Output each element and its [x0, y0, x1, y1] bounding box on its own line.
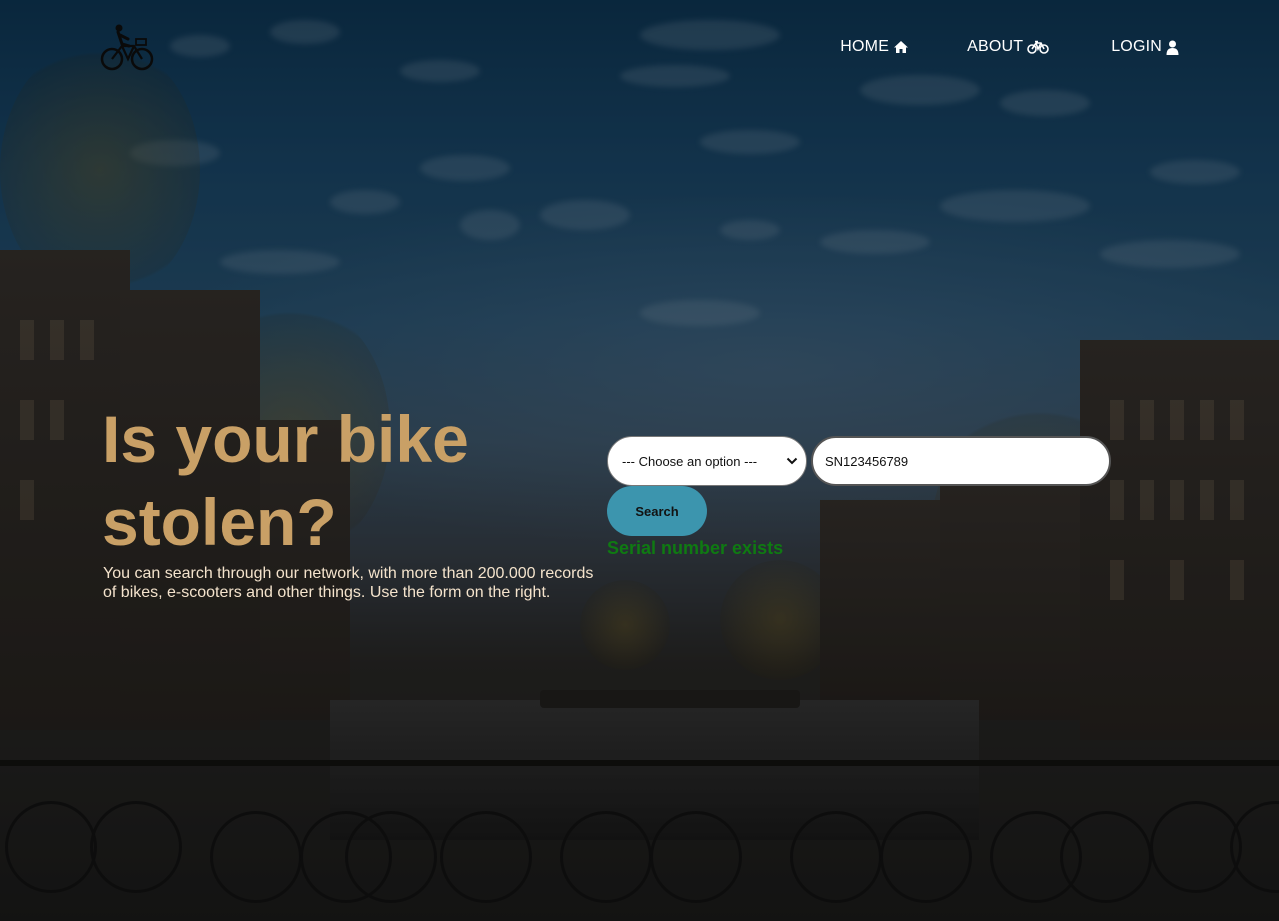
- page: HOME ABOUT LOGIN Is your bike stolen? Yo…: [0, 0, 1279, 921]
- status-message: Serial number exists: [607, 538, 784, 558]
- nav-home-link[interactable]: HOME: [840, 38, 909, 56]
- category-select[interactable]: --- Choose an option ---: [607, 436, 807, 486]
- serial-number-input[interactable]: [811, 436, 1111, 486]
- category-select-value: --- Choose an option ---: [622, 453, 758, 469]
- main-nav: HOME ABOUT LOGIN: [840, 38, 1179, 56]
- category-select-box[interactable]: --- Choose an option ---: [607, 436, 807, 486]
- nav-about-label: ABOUT: [967, 38, 1024, 55]
- chevron-down-icon: [786, 457, 798, 465]
- search-button[interactable]: Search: [607, 486, 707, 536]
- home-icon: [894, 41, 909, 53]
- hero-title: Is your bike stolen?: [102, 402, 469, 559]
- nav-home-label: HOME: [840, 38, 890, 55]
- user-icon: [1166, 40, 1179, 55]
- nav-login-link[interactable]: LOGIN: [1111, 38, 1179, 56]
- nav-about-link[interactable]: ABOUT: [967, 38, 1050, 56]
- hero-description: You can search through our network, with…: [103, 565, 594, 601]
- nav-login-label: LOGIN: [1111, 38, 1162, 55]
- bicycle-icon: [1027, 40, 1050, 54]
- bike-rider-icon[interactable]: [100, 22, 154, 72]
